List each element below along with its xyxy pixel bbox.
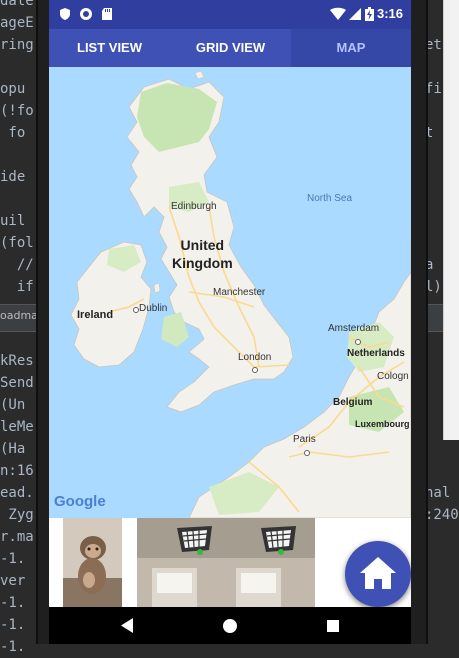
code-line: ide (0, 169, 26, 185)
code-line: -1. (0, 551, 26, 567)
code-line: ageE (0, 15, 34, 31)
code-line: -1. (0, 617, 26, 633)
map-label-north-sea: North Sea (307, 193, 353, 204)
code-line: Zyg (0, 507, 34, 523)
shield-icon (60, 8, 70, 20)
code-line: ring (0, 37, 34, 53)
code-line: date (0, 0, 34, 9)
status-bar: 3:16 (49, 0, 411, 29)
home-fab-button[interactable] (345, 541, 411, 607)
map-label-ireland: Ireland (77, 309, 114, 321)
android-navigation-bar (49, 607, 411, 644)
home-circle-icon (223, 619, 237, 633)
sd-card-icon (102, 8, 112, 20)
code-line: fo (0, 125, 26, 141)
map-label-belgium: Belgium (333, 397, 373, 408)
tab-map[interactable]: MAP (291, 29, 411, 67)
code-line: (Un (0, 397, 26, 413)
signal-icon (349, 8, 361, 20)
map-label-luxembourg: Luxembourg (355, 419, 410, 429)
code-line: n:16 (0, 463, 34, 479)
tab-list-view[interactable]: LIST VIEW (49, 29, 170, 67)
ceiling-image-1 (137, 518, 226, 607)
phone-screen: 3:16 LIST VIEW GRID VIEW MAP North Sea E… (49, 0, 411, 644)
battery-icon (365, 7, 374, 21)
code-line: r.ma (0, 529, 34, 545)
tab-grid-view[interactable]: GRID VIEW (170, 29, 291, 67)
ceiling-image-2 (226, 518, 315, 607)
photo-thumbnail-ceiling-2[interactable] (226, 518, 315, 607)
tab-bar: LIST VIEW GRID VIEW MAP (49, 29, 411, 67)
code-line: (fol (0, 235, 34, 251)
code-line: kRes (0, 353, 34, 369)
map-view[interactable]: North Sea Edinburgh United Kingdom Manch… (49, 67, 411, 518)
map-label-netherlands: Netherlands (347, 348, 405, 359)
monkey-image (63, 518, 122, 607)
recents-button[interactable] (303, 607, 363, 644)
code-line: ver (0, 573, 26, 589)
back-icon (121, 618, 133, 633)
status-time: 3:16 (376, 6, 403, 21)
code-line: if (0, 279, 34, 295)
map-label-edinburgh: Edinburgh (171, 201, 217, 212)
map-label-london: London (238, 352, 272, 363)
code-line: (!fo (0, 103, 34, 119)
code-line: // (0, 257, 34, 273)
code-line-right: :240 (425, 507, 459, 523)
back-button[interactable] (97, 607, 157, 644)
map-label-manchester: Manchester (213, 287, 266, 298)
photo-thumbnail-monkey[interactable] (63, 518, 122, 607)
ide-side-panel (443, 0, 459, 440)
code-line: (Ha (0, 441, 26, 457)
sync-icon (80, 8, 92, 20)
code-line: Send (0, 375, 34, 391)
map-label-cologne: Cologn (377, 371, 409, 382)
code-line: ead. (0, 485, 34, 501)
code-line-right: nal (425, 485, 451, 501)
google-logo: Google (54, 493, 106, 510)
map-label-dublin: Dublin (139, 303, 168, 314)
orkney-islands (194, 70, 205, 80)
ide-panel-label: oadma (0, 309, 38, 322)
photo-thumbnail-ceiling-1[interactable] (137, 518, 226, 607)
code-line: -1. (0, 639, 26, 655)
wifi-icon (330, 7, 346, 20)
home-nav-button[interactable] (200, 607, 260, 644)
code-line: opu (0, 81, 26, 97)
map-label-united-kingdom: United Kingdom (172, 237, 233, 271)
code-line: uil (0, 213, 26, 229)
map-label-paris: Paris (293, 434, 316, 445)
home-icon (360, 557, 396, 589)
code-line: leMe (0, 419, 34, 435)
map-label-amsterdam: Amsterdam (328, 323, 380, 334)
recents-icon (327, 620, 339, 632)
isle-of-man (153, 282, 161, 294)
code-line: -1. (0, 595, 26, 611)
